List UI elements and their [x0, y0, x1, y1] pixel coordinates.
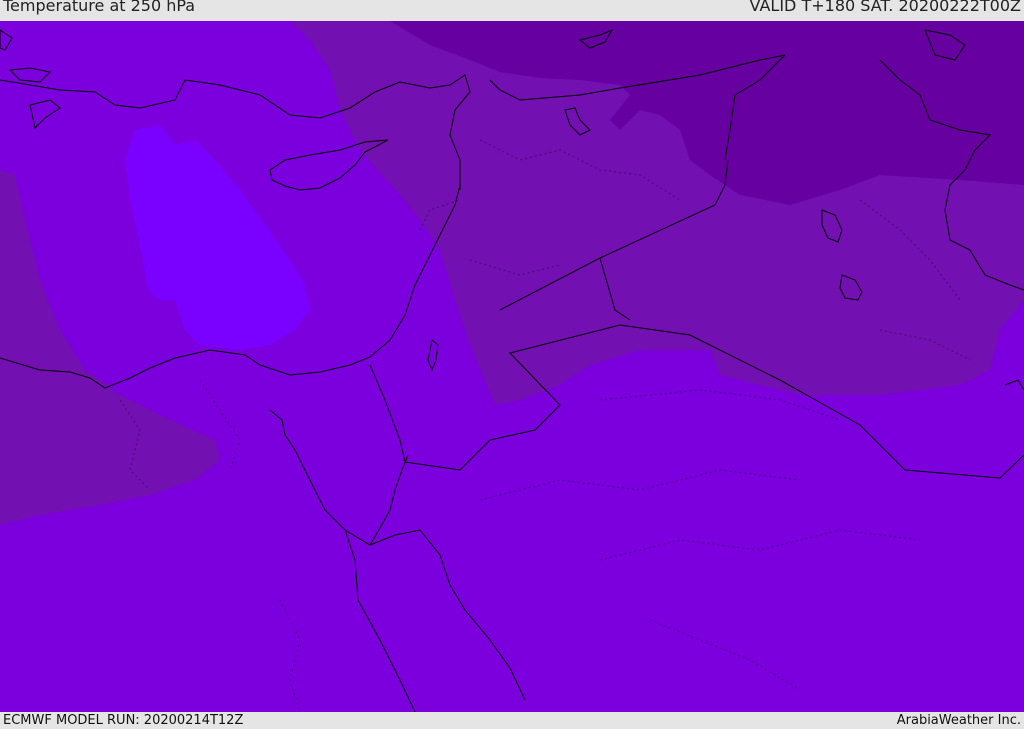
credit: ArabiaWeather Inc. [896, 713, 1021, 728]
header-bar: Temperature at 250 hPa VALID T+180 SAT. … [0, 0, 1024, 21]
model-run: ECMWF MODEL RUN: 20200214T12Z [3, 713, 244, 728]
valid-time: VALID T+180 SAT. 20200222T00Z [749, 0, 1021, 15]
weather-map[interactable] [0, 21, 1024, 712]
map-title: Temperature at 250 hPa [3, 0, 196, 15]
map-canvas [0, 21, 1024, 712]
footer-bar: ECMWF MODEL RUN: 20200214T12Z ArabiaWeat… [0, 712, 1024, 729]
